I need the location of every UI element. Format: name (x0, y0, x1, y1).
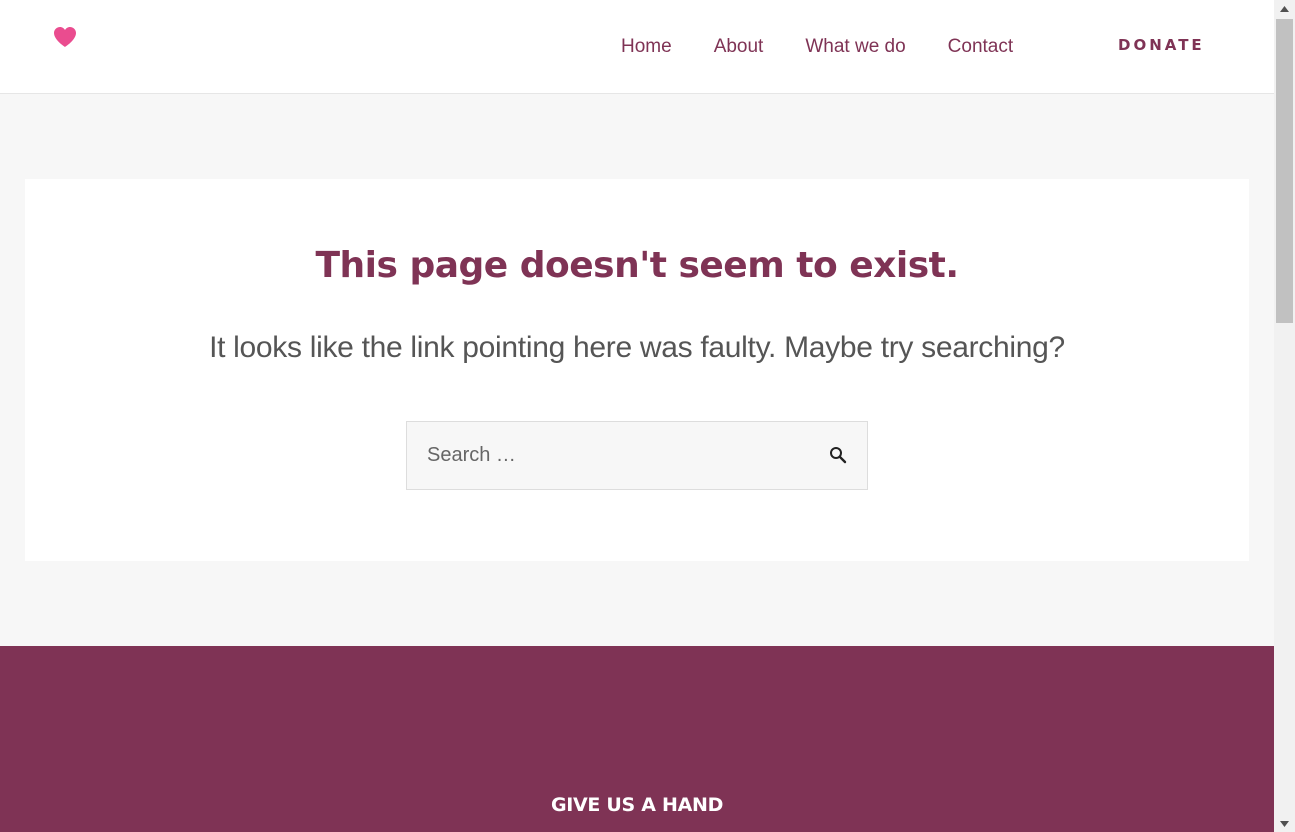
error-message: It looks like the link pointing here was… (209, 331, 1065, 364)
nav-link-contact[interactable]: Contact (948, 0, 1013, 94)
vertical-scrollbar[interactable] (1274, 0, 1295, 832)
page-viewport: Home About What we do Contact DONATE Thi… (0, 0, 1274, 832)
site-header: Home About What we do Contact DONATE (0, 0, 1274, 94)
scrollbar-thumb[interactable] (1276, 19, 1293, 323)
error-card: This page doesn't seem to exist. It look… (25, 179, 1249, 561)
scroll-down-arrow-icon[interactable] (1274, 815, 1295, 832)
footer-cta-section: GIVE US A HAND (0, 646, 1274, 832)
search-input[interactable] (407, 422, 807, 489)
nav-link-about[interactable]: About (714, 0, 764, 94)
search-button[interactable] (829, 445, 849, 465)
search-form (406, 421, 868, 490)
site-logo[interactable] (53, 26, 77, 48)
page-title: This page doesn't seem to exist. (315, 245, 959, 286)
main-navigation: Home About What we do Contact (600, 0, 1034, 94)
donate-button[interactable]: DONATE (1118, 36, 1205, 54)
footer-heading: GIVE US A HAND (550, 794, 724, 816)
scroll-up-arrow-icon[interactable] (1274, 0, 1295, 17)
nav-link-home[interactable]: Home (621, 0, 672, 94)
nav-link-what-we-do[interactable]: What we do (805, 0, 905, 94)
heart-icon (53, 26, 77, 48)
search-icon (829, 446, 849, 464)
